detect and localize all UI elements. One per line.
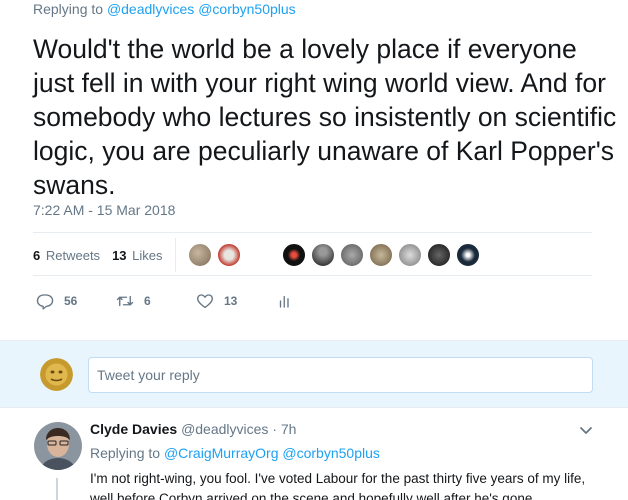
reply-author-handle[interactable]: @deadlyvices · 7h [181,421,296,437]
retweet-count: 6 [144,294,151,308]
my-avatar[interactable] [40,358,73,391]
analytics-icon [279,295,289,308]
likes-stat[interactable]: 13 Likes [112,248,162,263]
tweet-actions: 56 6 13 [36,292,336,310]
avatar[interactable] [281,243,306,267]
reply-header: Clyde Davies @deadlyvices · 7h [90,421,296,437]
reply-text: I'm not right-wing, you fool. I've voted… [90,471,586,500]
avatar[interactable] [426,243,451,267]
stats-divider [174,238,176,272]
heart-icon [197,294,213,309]
chevron-down-icon[interactable] [578,422,594,438]
engager-avatars [187,243,485,267]
retweet-icon [116,295,134,307]
like-count: 13 [224,294,238,308]
reply-replying-to: Replying to @CraigMurrayOrg @corbyn50plu… [90,445,380,461]
replying-to: Replying to @deadlyvices @corbyn50plus [33,1,296,17]
replying-to-mentions[interactable]: @deadlyvices @corbyn50plus [107,1,296,17]
avatar[interactable] [216,243,241,267]
avatar[interactable] [339,243,364,267]
replying-to-prefix: Replying to [33,1,104,17]
engagement-stats: 6 Retweets 13 Likes [33,238,485,272]
reply-button[interactable]: 56 [36,292,84,310]
reply-icon [36,294,54,310]
divider [33,275,592,276]
reply-composer: Tweet your reply [0,340,628,408]
retweet-button[interactable]: 6 [116,292,164,310]
likes-count: 13 [112,247,127,263]
analytics-button[interactable] [276,292,304,310]
retweets-count: 6 [33,247,41,263]
reply-replying-mentions[interactable]: @CraigMurrayOrg @corbyn50plus [164,445,380,461]
avatar[interactable] [368,243,393,267]
retweets-label: Retweets [45,247,101,263]
avatar[interactable] [34,422,82,470]
reply-input[interactable]: Tweet your reply [88,357,593,393]
likes-label: Likes [132,247,163,263]
avatar[interactable] [310,243,335,267]
reply-author-name[interactable]: Clyde Davies [90,421,177,437]
reply-tweet[interactable]: Clyde Davies @deadlyvices · 7h Replying … [0,408,628,500]
tweet-text: Would't the world be a lovely place if e… [33,34,617,200]
avatar[interactable] [397,243,422,267]
like-button[interactable]: 13 [196,292,244,310]
reply-count: 56 [64,294,78,308]
reply-replying-prefix: Replying to [90,445,161,461]
avatar[interactable] [455,243,480,267]
tweet-timestamp[interactable]: 7:22 AM - 15 Mar 2018 [33,202,175,218]
divider [33,232,592,233]
thread-line [56,478,58,500]
avatar[interactable] [187,243,212,267]
retweets-stat[interactable]: 6 Retweets [33,248,100,263]
